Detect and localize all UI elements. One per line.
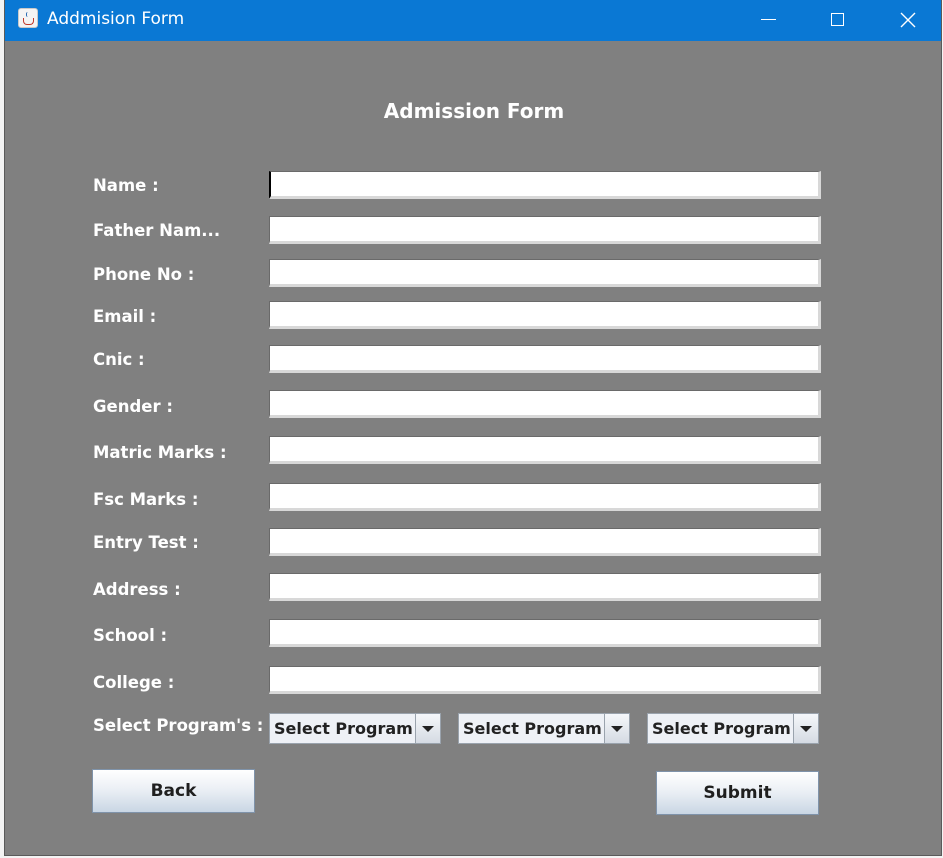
submit-button[interactable]: Submit — [656, 771, 819, 815]
cnic-field[interactable] — [269, 345, 821, 373]
matric-marks-field[interactable] — [269, 436, 821, 464]
gender-field[interactable] — [269, 390, 821, 418]
java-app-icon — [18, 8, 38, 28]
address-field[interactable] — [269, 573, 821, 601]
window-title: Addmision Form — [47, 9, 185, 29]
college-field[interactable] — [269, 666, 821, 694]
gender-label: Gender : — [93, 397, 173, 416]
school-label: School : — [93, 626, 168, 645]
phone-field[interactable] — [269, 259, 821, 287]
entry-test-label: Entry Test : — [93, 533, 199, 552]
name-label: Name : — [93, 176, 159, 195]
school-field[interactable] — [269, 619, 821, 647]
minimize-button[interactable] — [738, 0, 798, 41]
admission-window: Addmision Form Admission Form Name : Fat… — [4, 0, 942, 856]
college-label: College : — [93, 673, 175, 692]
program-select-1-dropdown-button[interactable] — [415, 714, 440, 743]
program-select-2[interactable]: Select Program — [458, 713, 630, 744]
program-select-1-value: Select Program — [274, 719, 413, 738]
cnic-label: Cnic : — [93, 350, 145, 369]
father-name-field[interactable] — [269, 216, 821, 244]
chevron-down-icon — [800, 726, 812, 732]
email-label: Email : — [93, 307, 157, 326]
chevron-down-icon — [422, 726, 434, 732]
matric-marks-label: Matric Marks : — [93, 443, 227, 462]
maximize-icon — [831, 13, 844, 26]
program-select-3[interactable]: Select Program — [647, 713, 819, 744]
program-select-1[interactable]: Select Program — [269, 713, 441, 744]
minimize-icon — [761, 19, 776, 20]
phone-label: Phone No : — [93, 265, 195, 284]
title-bar[interactable]: Addmision Form — [5, 0, 941, 41]
program-select-3-dropdown-button[interactable] — [793, 714, 818, 743]
entry-test-field[interactable] — [269, 528, 821, 556]
maximize-button[interactable] — [806, 0, 866, 41]
father-name-label: Father Nam... — [93, 221, 221, 240]
fsc-marks-label: Fsc Marks : — [93, 490, 199, 509]
close-icon — [900, 12, 916, 28]
select-programs-label: Select Program's : — [93, 716, 264, 735]
chevron-down-icon — [611, 726, 623, 732]
program-select-2-dropdown-button[interactable] — [604, 714, 629, 743]
back-button[interactable]: Back — [92, 769, 255, 813]
address-label: Address : — [93, 580, 181, 599]
program-select-3-value: Select Program — [652, 719, 791, 738]
program-select-2-value: Select Program — [463, 719, 602, 738]
close-button[interactable] — [877, 0, 937, 41]
fsc-marks-field[interactable] — [269, 483, 821, 511]
name-field[interactable] — [269, 171, 821, 199]
email-field[interactable] — [269, 301, 821, 329]
form-heading: Admission Form — [383, 99, 565, 123]
